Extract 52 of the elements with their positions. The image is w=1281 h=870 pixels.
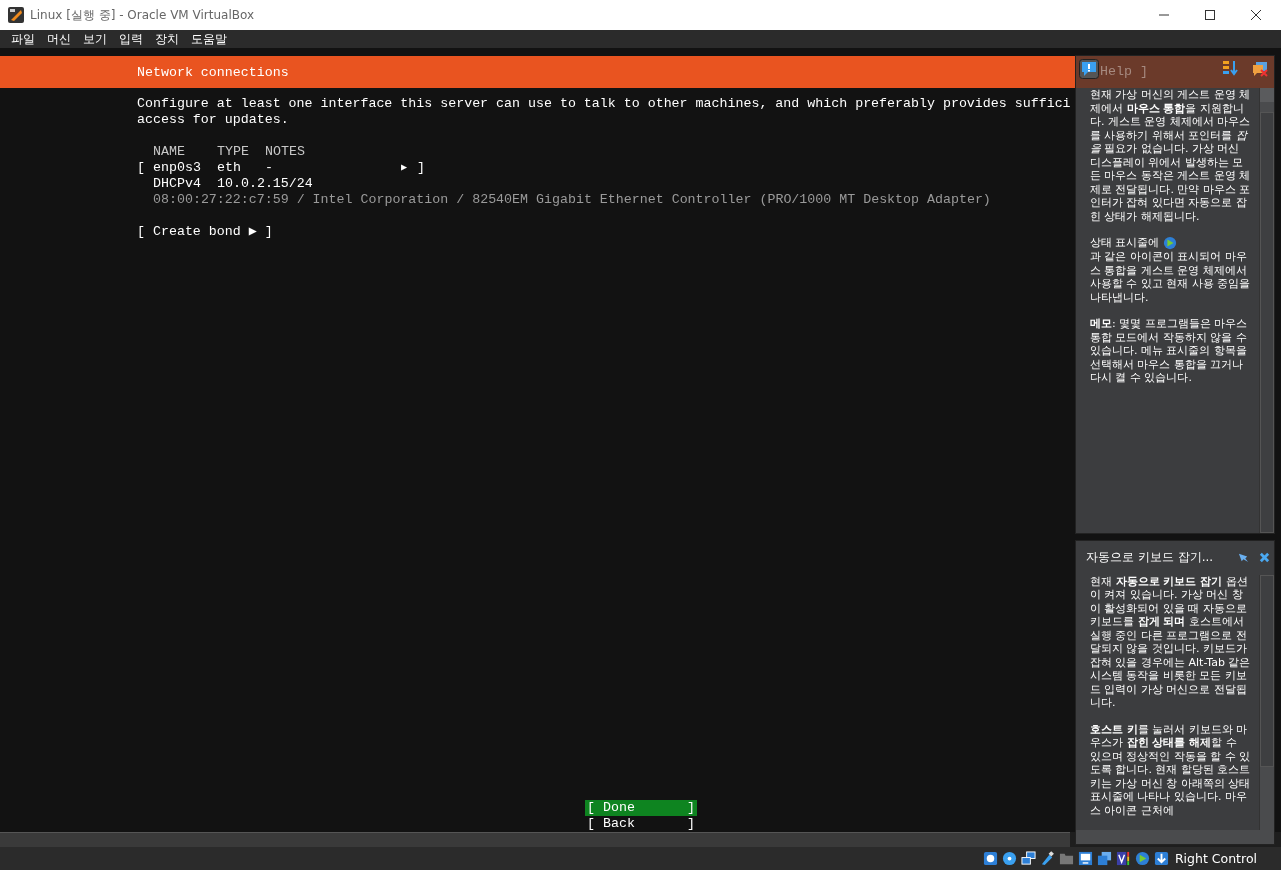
help-paragraph: 현재 가상 머신의 게스트 운영 체제에서 마우스 통합을 지원합니다. 게스트 운영 체제에서 마우스를 사용하기 위해서 포인터를 잡을 필요가 없습니다. 가상 머신 디스플레이 위에서 발생하는 모든 마우스 동작은 게스트 운영 체제로 전달됩니다. 만약 마우스 포인터가 잡혀 있다면 자동으로 잡힌 상태가 해제됩니다. [1090,88,1251,223]
menu-item[interactable]: 파일 [11,30,35,48]
intro-text: Configure at least one interface this server can use to talk to other machines, and which preferably provides suffici [137,96,1071,112]
menu-item[interactable]: 입력 [119,30,143,48]
cpu-meter-icon[interactable] [1115,851,1131,866]
vertical-scrollbar[interactable] [1259,88,1274,533]
window-title: Linux [실행 중] - Oracle VM VirtualBox [30,6,255,24]
done-button[interactable]: [ Done ] [585,800,697,816]
menu-item[interactable]: 도움말 [191,30,227,48]
column-header: TYPE [217,144,250,160]
help-label: Help ] [1100,64,1148,79]
create-bond-button[interactable]: [ Create bond ▶ ] [137,224,273,239]
bracket: [ [137,160,146,176]
panel-title: 자동으로 키보드 잡기... [1086,549,1215,566]
hardware-info: 08:00:27:22:c7:59 / Intel Corporation / 82540EM Gigabit Ethernet Controller (PRO/1000 MT Desktop Adapter) [153,192,991,208]
intro-text: access for updates. [137,112,289,128]
address-method: DHCPv4 [153,176,202,192]
help-paragraph: 과 같은 아이콘이 표시되어 마우스 통합을 게스트 운영 체제에서 사용할 수 있고 현재 사용 중임을 나타냅니다. [1090,250,1251,304]
screen-title: Network connections [137,64,289,80]
app-logo-icon [8,7,24,23]
horizontal-scrollbar[interactable] [0,832,1070,847]
menu-item[interactable]: 머신 [47,30,71,48]
ip-address: 10.0.2.15/24 [217,176,313,192]
network-icon[interactable] [1020,851,1036,866]
help-paragraph: 메모: 몇몇 프로그램들은 마우스 통합 모드에서 작동하지 않을 수 있습니다. 메뉴 표시줄의 항목을 선택해서 마우스 통합을 끄거나 다시 켤 수 있습니다. [1090,317,1249,385]
help-paragraph: 현재 자동으로 키보드 잡기 옵션이 켜져 있습니다. 가상 머신 창이 활성화되어 있을 때 자동으로 키보드를 잡게 되며 호스트에서 실행 중인 다른 프로그램으로 전달되지 않을 것입니다. 키보드가 잡혀 있을 경우에는 Alt-Tab 같은 시스템 동작을 비롯한 모든 키보드 입력이 가상 머신으로 전달됩니다. [1090,574,1251,710]
interface-type: eth [217,160,242,176]
interface-name: enp0s3 [153,160,202,176]
back-button[interactable]: [ Back ] [585,816,697,832]
window-icon[interactable] [1096,851,1112,866]
column-header: NAME [153,144,186,160]
arrow-glyph: ▶ [401,161,409,175]
interface-row[interactable]: [ enp0s3 eth - ▶ ] [137,160,425,176]
keyboard-capture-icon[interactable] [1153,851,1169,866]
usb-icon[interactable] [1039,851,1055,866]
help-paragraph: 호스트 키를 눌러서 키보드와 마우스가 잡힌 상태를 해제할 수 있으며 정상적인 작동을 할 수 있도록 합니다. 현재 할당된 호스트 키는 가상 머신 창 아래쪽의 상태 표시줄에 나타나 있습니다. 마우스 아이콘 근처에 [1090,722,1251,817]
display-icon[interactable] [1077,851,1093,866]
bracket: ] [417,160,425,176]
menu-item[interactable]: 장치 [155,30,179,48]
vertical-scrollbar[interactable] [1259,574,1274,830]
speech-bubble-icon[interactable] [1079,59,1099,79]
maximize-icon[interactable] [1205,10,1215,20]
close-messages-icon[interactable] [1252,61,1268,77]
disc-icon[interactable] [1001,851,1017,866]
horizontal-scrollbar[interactable] [1076,830,1274,844]
host-key-label: Right Control [1174,851,1257,866]
help-text: 상태 표시줄에 [1090,236,1160,250]
sort-down-icon[interactable] [1222,60,1238,76]
close-icon[interactable] [1251,10,1261,20]
menu-item[interactable]: 보기 [83,30,107,48]
column-header: NOTES [265,144,305,160]
interface-notes: - [265,160,274,176]
